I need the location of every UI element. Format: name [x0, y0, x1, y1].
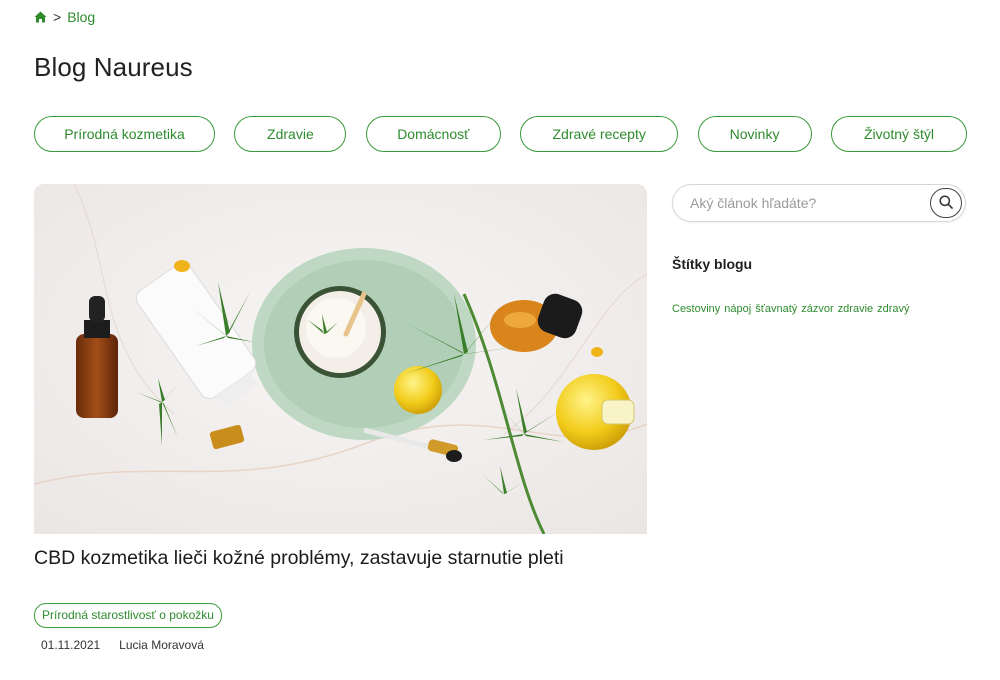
tag-link[interactable]: šťavnatý — [755, 303, 797, 315]
search-input[interactable] — [690, 185, 910, 221]
article-author: Lucia Moravová — [119, 638, 204, 653]
tag-link[interactable]: Cestoviny — [672, 303, 720, 315]
category-novinky[interactable]: Novinky — [697, 116, 812, 152]
sidebar: Štítky blogu Cestoviny nápoj šťavnatý zá… — [672, 184, 967, 315]
article-title[interactable]: CBD kozmetika lieči kožné problémy, zast… — [34, 547, 647, 570]
article-date: 01.11.2021 — [41, 638, 101, 653]
category-zdrave-recepty[interactable]: Zdravé recepty — [520, 116, 679, 152]
tag-link[interactable]: zdravý — [877, 303, 909, 315]
search-icon — [939, 194, 953, 212]
article-image[interactable] — [34, 184, 647, 534]
tag-link[interactable]: zázvor — [801, 303, 833, 315]
category-nav: Prírodná kozmetika Zdravie Domácnosť Zdr… — [34, 116, 967, 152]
category-prirodna-kozmetika[interactable]: Prírodná kozmetika — [34, 116, 215, 152]
search-button[interactable] — [930, 188, 962, 218]
category-zivotny-styl[interactable]: Životný štýl — [830, 116, 967, 152]
article-meta: 01.11.2021 Lucia Moravová — [34, 638, 647, 652]
breadcrumb-separator: > — [53, 9, 62, 25]
category-domacnost[interactable]: Domácnosť — [365, 116, 501, 152]
search-box — [672, 184, 966, 222]
category-zdravie[interactable]: Zdravie — [234, 116, 347, 152]
tag-link[interactable]: nápoj — [724, 303, 751, 315]
tag-link[interactable]: zdravie — [838, 303, 873, 315]
article-category-tag[interactable]: Prírodná starostlivosť o pokožku — [34, 603, 222, 629]
breadcrumb: > Blog — [34, 9, 95, 25]
blog-tags-list: Cestoviny nápoj šťavnatý zázvor zdravie … — [672, 303, 967, 315]
article-card: CBD kozmetika lieči kožné problémy, zast… — [34, 184, 647, 652]
page-title: Blog Naureus — [34, 52, 193, 82]
blog-tags-heading: Štítky blogu — [672, 256, 753, 272]
breadcrumb-blog-link[interactable]: Blog — [67, 9, 95, 25]
home-icon[interactable] — [34, 11, 47, 23]
